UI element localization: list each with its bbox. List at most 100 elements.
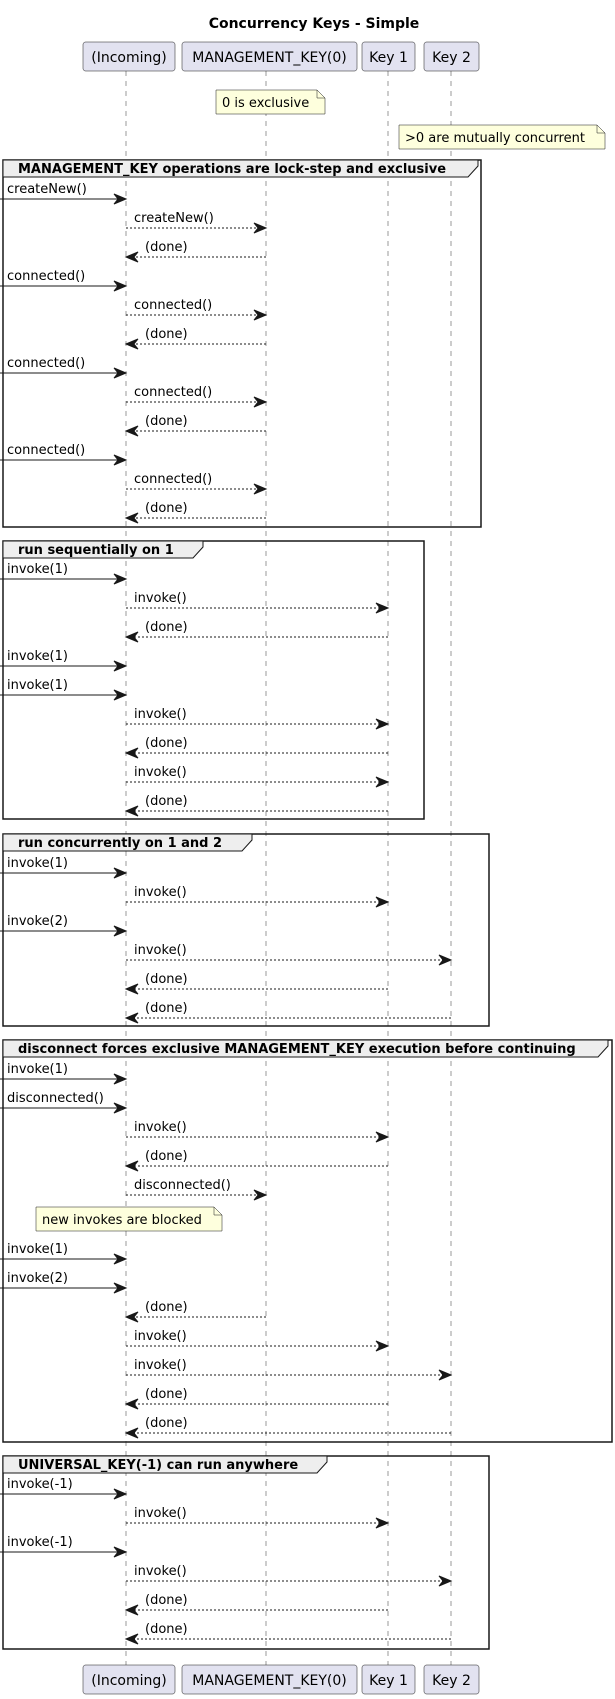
arrowhead-icon xyxy=(124,805,139,817)
note: >0 are mutually concurrent xyxy=(398,124,606,150)
message: connected() xyxy=(0,356,128,379)
message: (done) xyxy=(124,1416,451,1439)
group-border xyxy=(2,833,490,1027)
arrowhead-icon xyxy=(438,954,453,966)
message-label: invoke(1) xyxy=(7,1062,68,1077)
message-label: (done) xyxy=(145,327,188,342)
message-label: connected() xyxy=(134,385,212,400)
message-label: invoke() xyxy=(134,885,187,900)
message-label: (done) xyxy=(145,240,188,255)
message-label: invoke() xyxy=(134,765,187,780)
arrowhead-icon xyxy=(375,1340,390,1352)
message: (done) xyxy=(124,1593,388,1616)
message-label: connected() xyxy=(7,356,85,371)
message: invoke(1) xyxy=(0,678,128,701)
participant-key2-top: Key 2 xyxy=(423,41,480,72)
message-label: invoke(1) xyxy=(7,562,68,577)
message-label: invoke(1) xyxy=(7,678,68,693)
message-label: invoke(2) xyxy=(7,914,68,929)
message: invoke() xyxy=(126,591,390,614)
message-label: (done) xyxy=(145,1149,188,1164)
group-label: UNIVERSAL_KEY(-1) can run anywhere xyxy=(18,1458,298,1473)
note: new invokes are blocked xyxy=(35,1206,223,1232)
message: (done) xyxy=(124,1001,451,1024)
message: connected() xyxy=(126,385,268,408)
participant-incoming-top: (Incoming) xyxy=(82,41,176,72)
arrowhead-icon xyxy=(124,747,139,759)
messages: createNew() createNew() (done) connected() c… xyxy=(0,182,453,1645)
participant-label: MANAGEMENT_KEY(0) xyxy=(192,50,347,66)
message-label: (done) xyxy=(145,972,188,987)
arrowhead-icon xyxy=(124,983,139,995)
message-label: (done) xyxy=(145,1416,188,1431)
message: (done) xyxy=(124,620,388,643)
group-frame: run concurrently on 1 and 2 xyxy=(2,833,490,1027)
message-label: disconnected() xyxy=(134,1178,231,1193)
message-label: invoke() xyxy=(134,1358,187,1373)
message: (done) xyxy=(124,794,388,817)
message-label: (done) xyxy=(145,620,188,635)
message: invoke() xyxy=(126,1358,453,1381)
message-label: (done) xyxy=(145,1387,188,1402)
message: (done) xyxy=(124,1300,266,1323)
arrowhead-icon xyxy=(124,1633,139,1645)
message-label: invoke(1) xyxy=(7,1242,68,1257)
arrowhead-icon xyxy=(375,1131,390,1143)
message: invoke(1) xyxy=(0,649,128,672)
message-label: createNew() xyxy=(134,211,214,226)
group-label: run sequentially on 1 xyxy=(18,543,174,558)
message-label: invoke() xyxy=(134,1564,187,1579)
group-label: disconnect forces exclusive MANAGEMENT_K… xyxy=(18,1042,576,1057)
message: invoke() xyxy=(126,1564,453,1587)
message: invoke() xyxy=(126,1120,390,1143)
message-label: connected() xyxy=(134,298,212,313)
message-label: invoke() xyxy=(134,591,187,606)
sequence-diagram: MANAGEMENT_KEY operations are lock-step … xyxy=(0,16,613,1695)
message-label: invoke() xyxy=(134,707,187,722)
notes: 0 is exclusive >0 are mutually concurrent… xyxy=(35,89,606,1232)
arrowhead-icon xyxy=(124,631,139,643)
message-label: (done) xyxy=(145,736,188,751)
participant-incoming-bottom: (Incoming) xyxy=(82,1664,176,1695)
message: connected() xyxy=(0,269,128,292)
message-label: (done) xyxy=(145,501,188,516)
message-label: invoke() xyxy=(134,1506,187,1521)
message: invoke(1) xyxy=(0,562,128,585)
message: invoke() xyxy=(126,1329,390,1352)
message-label: invoke() xyxy=(134,1120,187,1135)
participants: (Incoming) (Incoming) MANAGEMENT_KEY(0) MAN… xyxy=(82,41,480,1695)
message-label: invoke() xyxy=(134,1329,187,1344)
message-label: invoke(-1) xyxy=(7,1535,73,1550)
group-label: MANAGEMENT_KEY operations are lock-step … xyxy=(18,162,446,177)
arrowhead-icon xyxy=(375,602,390,614)
message-label: (done) xyxy=(145,794,188,809)
message: (done) xyxy=(124,1387,388,1410)
message: invoke(1) xyxy=(0,1242,128,1265)
message-label: (done) xyxy=(145,1001,188,1016)
message-label: (done) xyxy=(145,414,188,429)
participant-key1-top: Key 1 xyxy=(361,41,416,72)
participant-label: Key 1 xyxy=(369,1673,408,1689)
arrowhead-icon xyxy=(438,1369,453,1381)
message: disconnected() xyxy=(0,1091,128,1114)
note: 0 is exclusive xyxy=(215,89,326,115)
message: (done) xyxy=(124,1149,388,1172)
message: (done) xyxy=(124,240,266,263)
message-label: invoke(2) xyxy=(7,1271,68,1286)
message: (done) xyxy=(124,327,266,350)
participant-label: (Incoming) xyxy=(91,50,166,66)
participant-key1-bottom: Key 1 xyxy=(361,1664,416,1695)
note-text: new invokes are blocked xyxy=(42,1213,202,1228)
message: (done) xyxy=(124,414,266,437)
message-label: disconnected() xyxy=(7,1091,104,1106)
arrowhead-icon xyxy=(124,1398,139,1410)
message: createNew() xyxy=(0,182,128,205)
message: invoke() xyxy=(126,765,390,788)
arrowhead-icon xyxy=(124,1012,139,1024)
message: invoke(1) xyxy=(0,1062,128,1085)
groups: MANAGEMENT_KEY operations are lock-step … xyxy=(2,159,613,1650)
message: (done) xyxy=(124,501,266,524)
participant-mgmt-top: MANAGEMENT_KEY(0) xyxy=(181,41,358,72)
message: (done) xyxy=(124,1622,451,1645)
message: invoke(2) xyxy=(0,1271,128,1294)
